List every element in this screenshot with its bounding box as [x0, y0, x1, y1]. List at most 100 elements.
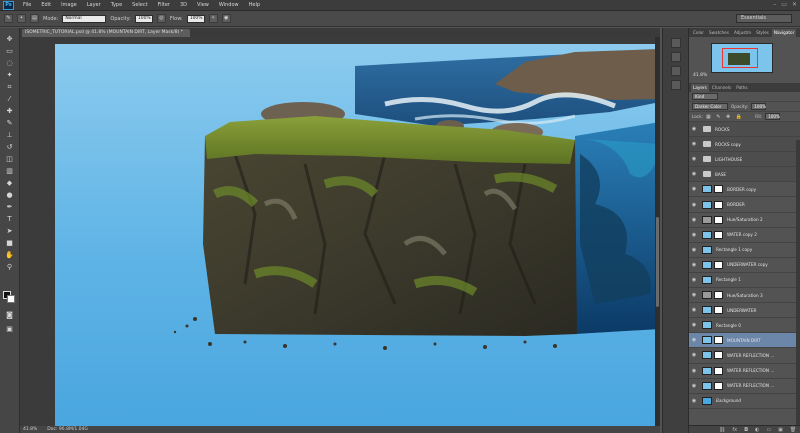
visibility-eye-icon[interactable]: ◉: [689, 262, 699, 268]
visibility-eye-icon[interactable]: ◉: [689, 322, 699, 328]
background-color-swatch[interactable]: [7, 295, 15, 303]
layer-name[interactable]: MOUNTAIN DIRT: [727, 338, 761, 343]
history-brush-tool-icon[interactable]: ↺: [4, 142, 15, 152]
eraser-tool-icon[interactable]: ◫: [4, 154, 15, 164]
zoom-tool-icon[interactable]: ⚲: [4, 262, 15, 272]
layer-mask-thumbnail[interactable]: [714, 291, 723, 300]
layer-row[interactable]: ◉ ROCKS: [689, 122, 800, 138]
artboard[interactable]: [55, 44, 660, 426]
layer-row[interactable]: ◉ BORDER: [689, 197, 800, 213]
healing-tool-icon[interactable]: ✚: [4, 106, 15, 116]
layer-name[interactable]: Rectangle 1: [716, 277, 741, 282]
layer-thumbnail[interactable]: [702, 260, 712, 269]
visibility-eye-icon[interactable]: ◉: [689, 307, 699, 313]
gradient-tool-icon[interactable]: ▥: [4, 166, 15, 176]
layer-thumbnail[interactable]: [702, 336, 712, 345]
layer-row[interactable]: ◉ WATER copy 2: [689, 228, 800, 243]
status-zoom[interactable]: 41.8%: [23, 426, 37, 433]
layer-row[interactable]: ◉ UNDERWATER: [689, 303, 800, 319]
layer-name[interactable]: LIGHTHOUSE: [715, 157, 742, 162]
visibility-eye-icon[interactable]: ◉: [689, 171, 699, 177]
canvas-vertical-scrollbar[interactable]: [655, 37, 660, 426]
navigator-zoom[interactable]: 41.8%: [693, 73, 707, 78]
layer-row[interactable]: ◉ WATER REFLECTION ...: [689, 348, 800, 364]
close-button[interactable]: ✕: [792, 1, 797, 8]
new-layer-icon[interactable]: ▣: [778, 427, 783, 433]
layer-name[interactable]: Rectangle 1 copy: [716, 247, 752, 252]
layer-name[interactable]: BORDER: [727, 202, 745, 207]
layer-thumbnail[interactable]: [702, 306, 712, 315]
tab-color[interactable]: Color: [691, 29, 706, 37]
eyedropper-tool-icon[interactable]: ⁄: [4, 94, 15, 104]
menu-edit[interactable]: Edit: [36, 2, 56, 8]
navigator-preview[interactable]: [711, 43, 773, 73]
layer-thumbnail[interactable]: [702, 351, 712, 360]
tab-adjustments[interactable]: Adjustm: [732, 29, 753, 37]
menu-help[interactable]: Help: [244, 2, 265, 8]
visibility-eye-icon[interactable]: ◉: [689, 217, 699, 223]
tab-paths[interactable]: Paths: [734, 84, 749, 92]
pressure-opacity-icon[interactable]: ◎: [156, 14, 166, 23]
layer-name[interactable]: WATER REFLECTION ...: [727, 368, 774, 373]
navigator-view-box[interactable]: [722, 48, 758, 68]
layer-name[interactable]: ROCKS: [715, 127, 730, 132]
pressure-size-icon[interactable]: ◉: [221, 14, 231, 23]
menu-filter[interactable]: Filter: [153, 2, 175, 8]
layer-name[interactable]: WATER REFLECTION ...: [727, 383, 774, 388]
tab-styles[interactable]: Styles: [754, 29, 771, 37]
layer-thumbnail[interactable]: [702, 291, 712, 300]
layer-thumbnail[interactable]: [702, 200, 712, 209]
scrollbar-thumb[interactable]: [656, 217, 659, 307]
dodge-tool-icon[interactable]: ●: [4, 190, 15, 200]
fx-icon[interactable]: fx: [732, 427, 737, 433]
new-group-icon[interactable]: ▭: [766, 427, 771, 433]
marquee-tool-icon[interactable]: ▭: [4, 46, 15, 56]
character-panel-icon[interactable]: [671, 66, 681, 76]
layer-mask-thumbnail[interactable]: [714, 215, 723, 224]
visibility-eye-icon[interactable]: ◉: [689, 141, 699, 147]
brush-tool-icon[interactable]: ✎: [4, 118, 15, 128]
quick-select-tool-icon[interactable]: ✦: [4, 70, 15, 80]
menu-image[interactable]: Image: [56, 2, 82, 8]
layer-thumbnail[interactable]: [702, 245, 712, 254]
layer-name[interactable]: UNDERWATER: [727, 308, 756, 313]
layer-thumbnail[interactable]: [702, 215, 712, 224]
layer-row[interactable]: ◉ UNDERWATER copy: [689, 258, 800, 273]
layer-row[interactable]: ◉ BASE: [689, 167, 800, 183]
visibility-eye-icon[interactable]: ◉: [689, 202, 699, 208]
visibility-eye-icon[interactable]: ◉: [689, 337, 699, 343]
brush-tool-preset-icon[interactable]: ✎: [4, 14, 13, 23]
visibility-eye-icon[interactable]: ◉: [689, 277, 699, 283]
flow-field[interactable]: 100%: [186, 14, 205, 23]
visibility-eye-icon[interactable]: ◉: [689, 186, 699, 192]
layer-mask-thumbnail[interactable]: [714, 200, 723, 209]
menu-view[interactable]: View: [192, 2, 214, 8]
lasso-tool-icon[interactable]: ◌: [4, 58, 15, 68]
clone-stamp-tool-icon[interactable]: ⊥: [4, 130, 15, 140]
layer-mask-thumbnail[interactable]: [714, 306, 723, 315]
layer-thumbnail[interactable]: [702, 396, 712, 405]
menu-select[interactable]: Select: [127, 2, 152, 8]
add-mask-icon[interactable]: ◘: [744, 427, 748, 433]
layer-name[interactable]: WATER copy 2: [727, 232, 757, 237]
menu-3d[interactable]: 3D: [175, 2, 192, 8]
canvas-area[interactable]: [20, 37, 660, 426]
properties-panel-icon[interactable]: [671, 52, 681, 62]
layer-row[interactable]: ◉ Rectangle 0: [689, 318, 800, 334]
visibility-eye-icon[interactable]: ◉: [689, 156, 699, 162]
brush-panel-icon[interactable]: ▤: [30, 14, 39, 23]
layer-mask-thumbnail[interactable]: [714, 260, 723, 269]
fill-field[interactable]: 100%: [765, 113, 781, 120]
layer-row[interactable]: ◉ WATER REFLECTION ...: [689, 379, 800, 394]
brush-size-icon[interactable]: •: [17, 14, 26, 23]
tab-swatches[interactable]: Swatches: [707, 29, 731, 37]
layer-kind-filter[interactable]: Kind: [692, 93, 718, 100]
mode-select[interactable]: Normal: [62, 14, 107, 23]
airbrush-icon[interactable]: ✧: [208, 14, 218, 23]
layer-thumbnail[interactable]: [702, 230, 712, 239]
layer-name[interactable]: UNDERWATER copy: [727, 262, 768, 267]
visibility-eye-icon[interactable]: ◉: [689, 368, 699, 374]
layer-name[interactable]: Hue/Saturation 3: [727, 293, 763, 298]
visibility-eye-icon[interactable]: ◉: [689, 398, 699, 404]
layer-thumbnail[interactable]: [702, 185, 712, 194]
